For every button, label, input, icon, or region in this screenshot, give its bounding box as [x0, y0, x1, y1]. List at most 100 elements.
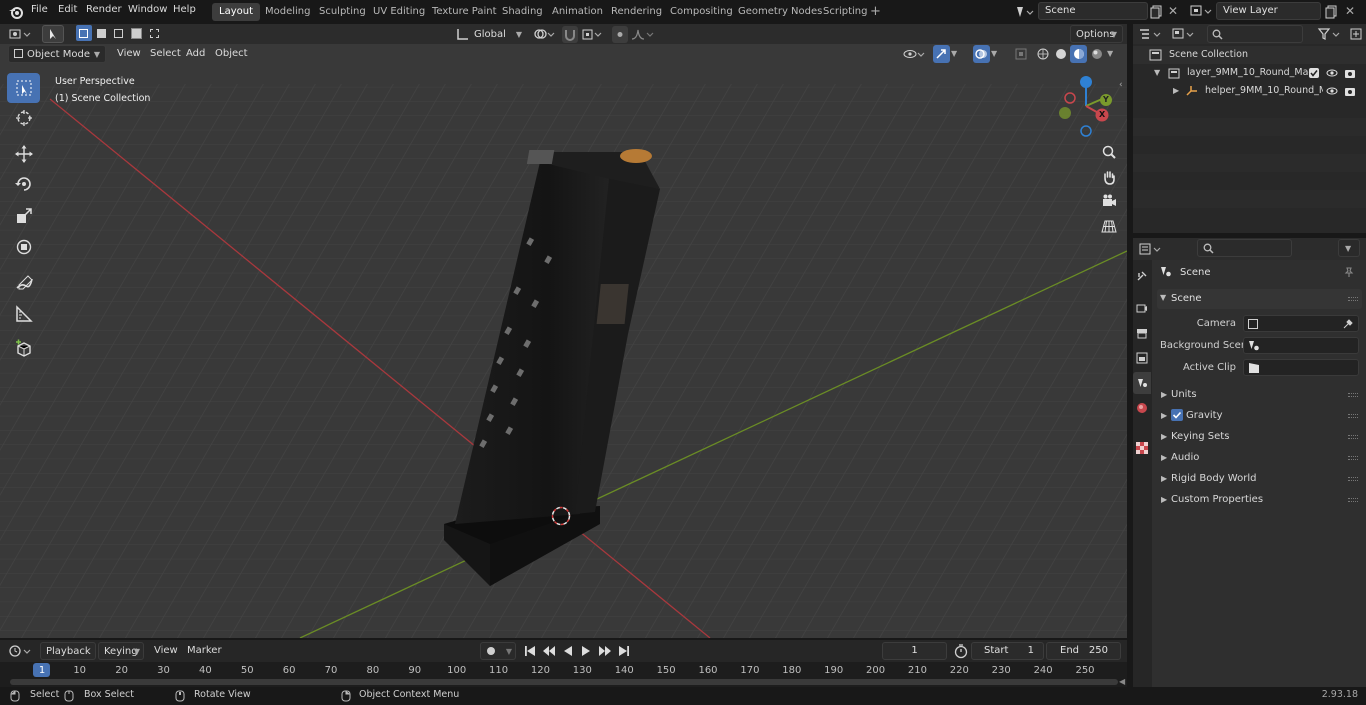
- annotate-tool[interactable]: [7, 268, 40, 298]
- transform-orientation-dropdown[interactable]: Global ▼: [474, 26, 524, 43]
- jump-keyframe-back-icon[interactable]: [541, 642, 557, 660]
- view-layer-icon[interactable]: [1189, 3, 1215, 19]
- pivot-point-icon[interactable]: [532, 26, 558, 43]
- view-menu[interactable]: View: [112, 45, 146, 63]
- drag-handle-icon[interactable]: [1348, 456, 1358, 460]
- select-tool-icon[interactable]: [42, 25, 64, 43]
- select-menu[interactable]: Select: [145, 45, 186, 63]
- rotate-tool[interactable]: [7, 169, 40, 199]
- play-icon[interactable]: [578, 642, 594, 660]
- overlay-dropdown-icon[interactable]: ▼: [991, 46, 1005, 62]
- camera-view-icon[interactable]: [1098, 190, 1120, 212]
- eye-icon[interactable]: [1326, 67, 1338, 79]
- snap-toggle-icon[interactable]: [562, 26, 578, 43]
- scene-panel-header[interactable]: ▼ Scene: [1157, 289, 1362, 309]
- mode-dropdown[interactable]: Object Mode ▼: [8, 45, 106, 63]
- jump-start-icon[interactable]: [522, 642, 538, 660]
- view-layer-field[interactable]: View Layer: [1216, 2, 1321, 20]
- drag-handle-icon[interactable]: [1348, 297, 1358, 301]
- outliner-editor-icon[interactable]: [1138, 26, 1166, 42]
- background-scene-field[interactable]: [1243, 337, 1359, 354]
- tab-uv-editing[interactable]: UV Editing: [366, 3, 432, 21]
- scale-tool[interactable]: [7, 201, 40, 231]
- close-layer-icon[interactable]: ✕: [1345, 4, 1355, 18]
- add-workspace-icon[interactable]: +: [870, 5, 881, 18]
- zoom-icon[interactable]: [1098, 141, 1120, 163]
- cursor-tool[interactable]: [7, 103, 40, 133]
- stopwatch-icon[interactable]: [953, 643, 969, 659]
- active-clip-field[interactable]: [1243, 359, 1359, 376]
- properties-editor-icon[interactable]: [1138, 241, 1166, 257]
- tab-sculpting[interactable]: Sculpting: [312, 3, 373, 21]
- exclude-checkbox[interactable]: [1309, 68, 1319, 78]
- object-menu[interactable]: Object: [210, 45, 253, 63]
- blender-logo-icon[interactable]: [8, 4, 24, 20]
- tab-compositing[interactable]: Compositing: [663, 3, 740, 21]
- sidebar-toggle-icon[interactable]: ‹: [1119, 80, 1123, 90]
- add-cube-tool[interactable]: [7, 334, 40, 364]
- select-box-tool[interactable]: [7, 73, 40, 103]
- collapse-arrow-icon[interactable]: ▼: [1154, 64, 1160, 82]
- menu-help[interactable]: Help: [173, 4, 196, 15]
- marker-menu[interactable]: Marker: [182, 642, 227, 660]
- audio-panel[interactable]: ▶ Audio: [1157, 448, 1362, 467]
- outliner-root-row[interactable]: Scene Collection: [1133, 46, 1366, 64]
- filter-icon[interactable]: [1317, 26, 1345, 42]
- selection-mode-group[interactable]: [76, 25, 162, 43]
- solid-shading-icon[interactable]: [1052, 45, 1069, 63]
- eye-icon[interactable]: [1326, 85, 1338, 97]
- outliner-item-layer[interactable]: ▼ layer_9MM_10_Round_Magaz: [1133, 64, 1366, 82]
- tab-scripting[interactable]: Scripting: [816, 3, 874, 21]
- pin-icon[interactable]: [1343, 266, 1355, 278]
- jump-keyframe-forward-icon[interactable]: [597, 642, 613, 660]
- timeline-view-menu[interactable]: View: [149, 642, 183, 660]
- material-preview-icon[interactable]: [1070, 45, 1087, 63]
- timeline-editor-icon[interactable]: [8, 643, 36, 659]
- drag-handle-icon[interactable]: [1348, 414, 1358, 418]
- new-collection-icon[interactable]: [1349, 26, 1363, 42]
- render-tab-icon[interactable]: [1133, 297, 1151, 319]
- perspective-toggle-icon[interactable]: [1098, 215, 1120, 237]
- drag-handle-icon[interactable]: [1348, 435, 1358, 439]
- texture-tab-icon[interactable]: [1133, 437, 1151, 459]
- tab-animation[interactable]: Animation: [545, 3, 610, 21]
- display-mode-icon[interactable]: [1171, 26, 1199, 42]
- play-reverse-icon[interactable]: [560, 642, 576, 660]
- output-tab-icon[interactable]: [1133, 322, 1151, 344]
- editor-type-icon[interactable]: [8, 26, 34, 42]
- wireframe-shading-icon[interactable]: [1034, 45, 1051, 63]
- tool-tab-icon[interactable]: [1133, 265, 1151, 287]
- pan-hand-icon[interactable]: [1098, 166, 1120, 188]
- units-panel[interactable]: ▶ Units: [1157, 385, 1362, 404]
- tab-shading[interactable]: Shading: [495, 3, 550, 21]
- menu-edit[interactable]: Edit: [58, 4, 77, 15]
- options-dropdown[interactable]: Options ▼: [1070, 25, 1123, 43]
- scroll-arrow-icon[interactable]: ◀: [1119, 677, 1125, 686]
- gizmo-dropdown-icon[interactable]: ▼: [951, 46, 965, 62]
- tab-rendering[interactable]: Rendering: [604, 3, 669, 21]
- menu-file[interactable]: File: [31, 4, 48, 15]
- keying-dropdown[interactable]: Keying ▼: [98, 642, 144, 660]
- falloff-icon[interactable]: [630, 26, 656, 43]
- scene-icon[interactable]: [1014, 4, 1036, 20]
- scene-tab-icon[interactable]: [1133, 372, 1151, 394]
- outliner-item-helper[interactable]: ▶ helper_9MM_10_Round_M: [1133, 82, 1366, 100]
- eyedropper-icon[interactable]: [1343, 318, 1354, 329]
- tab-layout[interactable]: Layout: [212, 3, 260, 21]
- transform-tool[interactable]: [7, 232, 40, 262]
- world-tab-icon[interactable]: [1133, 397, 1151, 419]
- visibility-filter-icon[interactable]: [902, 46, 928, 62]
- drag-handle-icon[interactable]: [1348, 393, 1358, 397]
- proportional-edit-icon[interactable]: [612, 26, 628, 43]
- properties-options-dropdown[interactable]: ▼: [1338, 239, 1360, 257]
- camera-render-icon[interactable]: [1344, 85, 1356, 97]
- start-frame-field[interactable]: Start 1: [971, 642, 1044, 660]
- view-layer-tab-icon[interactable]: [1133, 347, 1151, 369]
- gravity-panel[interactable]: ▶ Gravity: [1157, 406, 1362, 425]
- gravity-checkbox[interactable]: [1171, 409, 1183, 421]
- menu-render[interactable]: Render: [86, 4, 122, 15]
- jump-end-icon[interactable]: [616, 642, 632, 660]
- autokey-toggle[interactable]: ▼: [480, 642, 516, 660]
- add-menu[interactable]: Add: [181, 45, 210, 63]
- 3d-viewport[interactable]: [0, 44, 1127, 638]
